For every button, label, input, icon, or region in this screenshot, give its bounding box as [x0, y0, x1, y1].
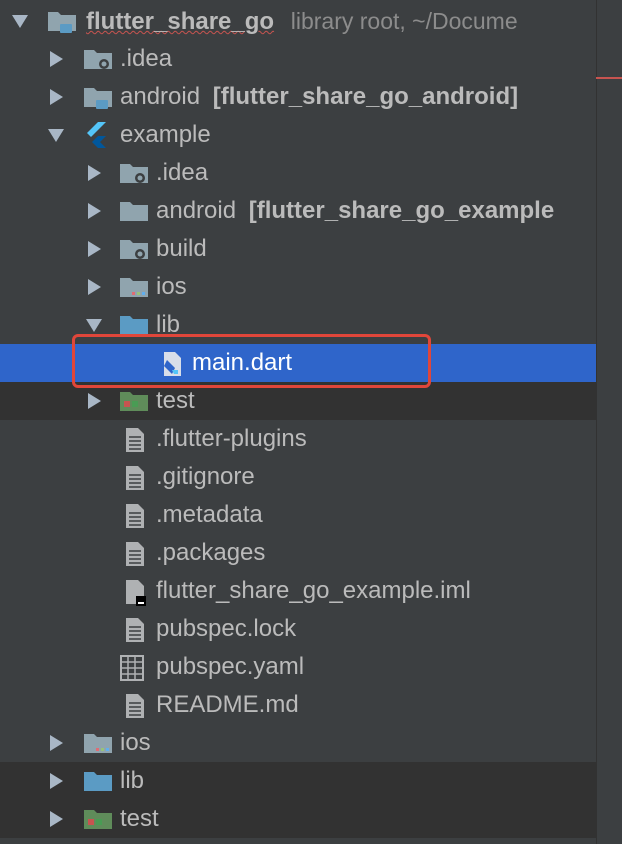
tree-row-example-ios[interactable]: ios [0, 268, 596, 306]
gitignore-label: .gitignore [156, 463, 255, 490]
iml-label: flutter_share_go_example.iml [156, 577, 471, 604]
expand-arrow-icon[interactable] [50, 735, 63, 751]
collapse-arrow-icon[interactable] [86, 319, 102, 332]
text-file-icon [120, 458, 152, 496]
expand-arrow-icon[interactable] [50, 773, 63, 789]
idea-label: .idea [120, 45, 173, 72]
example-lib-label: lib [156, 311, 181, 338]
expand-arrow-icon[interactable] [50, 811, 63, 827]
main-dart-label: main.dart [192, 349, 293, 376]
tree-row-lib[interactable]: lib [0, 762, 596, 800]
expand-arrow-icon[interactable] [88, 393, 101, 409]
text-file-icon [120, 610, 152, 648]
tree-row-main-dart[interactable]: main.dart [0, 344, 596, 382]
tree-row-metadata[interactable]: .metadata [0, 496, 596, 534]
tree-row-packages[interactable]: .packages [0, 534, 596, 572]
expand-arrow-icon[interactable] [88, 203, 101, 219]
ios-label: ios [120, 729, 151, 756]
editor-gutter-strip [596, 0, 622, 844]
settings-folder-icon [82, 40, 114, 78]
expand-arrow-icon[interactable] [50, 51, 63, 67]
example-label: example [120, 121, 211, 148]
collapse-arrow-icon[interactable] [12, 15, 28, 28]
collapse-arrow-icon[interactable] [48, 129, 64, 142]
text-file-icon [120, 420, 152, 458]
expand-arrow-icon[interactable] [88, 241, 101, 257]
lib-label: lib [120, 767, 145, 794]
pubspec-yaml-label: pubspec.yaml [156, 653, 305, 680]
example-android-label: android [156, 197, 237, 224]
error-marker [596, 77, 622, 79]
android-module-label: [flutter_share_go_android] [212, 83, 519, 110]
source-folder-icon [82, 762, 114, 800]
flutter-icon [82, 116, 114, 154]
tree-row-android[interactable]: android [flutter_share_go_android] [0, 78, 596, 116]
tree-row-test[interactable]: test [0, 800, 596, 838]
tree-row-example-test[interactable]: test [0, 382, 596, 420]
settings-folder-icon [118, 154, 150, 192]
expand-arrow-icon[interactable] [88, 279, 101, 295]
tree-row-idea[interactable]: .idea [0, 40, 596, 78]
packages-label: .packages [156, 539, 266, 566]
tree-row-readme[interactable]: README.md [0, 686, 596, 724]
tree-row-pubspec-yaml[interactable]: pubspec.yaml [0, 648, 596, 686]
tree-row-pubspec-lock[interactable]: pubspec.lock [0, 610, 596, 648]
source-folder-icon [118, 306, 150, 344]
tree-row-example-idea[interactable]: .idea [0, 154, 596, 192]
example-test-label: test [156, 387, 195, 414]
root-name: flutter_share_go [86, 8, 275, 35]
tree-row-gitignore[interactable]: .gitignore [0, 458, 596, 496]
text-file-icon [120, 534, 152, 572]
tree-row-example-build[interactable]: build [0, 230, 596, 268]
tree-row-root[interactable]: flutter_share_go library root, ~/Docume [0, 2, 596, 40]
module-folder-icon [118, 192, 150, 230]
android-label: android [120, 83, 201, 110]
markdown-file-icon [120, 686, 152, 724]
example-idea-label: .idea [156, 159, 209, 186]
tree-row-example-lib[interactable]: lib [0, 306, 596, 344]
tree-row-ios[interactable]: ios [0, 724, 596, 762]
readme-label: README.md [156, 691, 299, 718]
example-build-label: build [156, 235, 207, 262]
folder-icon [82, 724, 114, 762]
expand-arrow-icon[interactable] [50, 89, 63, 105]
root-hint: library root, ~/Docume [290, 8, 518, 34]
metadata-label: .metadata [156, 501, 263, 528]
yaml-file-icon [118, 648, 150, 686]
excluded-folder-icon [118, 230, 150, 268]
flutter-plugins-label: .flutter-plugins [156, 425, 307, 452]
example-android-module-label: [flutter_share_go_example [248, 197, 555, 224]
pubspec-lock-label: pubspec.lock [156, 615, 297, 642]
project-tree: flutter_share_go library root, ~/Docume … [0, 0, 622, 844]
tree-row-example[interactable]: example [0, 116, 596, 154]
tree-row-iml[interactable]: flutter_share_go_example.iml [0, 572, 596, 610]
module-folder-icon [82, 78, 114, 116]
folder-icon [118, 268, 150, 306]
example-ios-label: ios [156, 273, 187, 300]
text-file-icon [120, 496, 152, 534]
test-folder-icon [82, 800, 114, 838]
test-folder-icon [118, 382, 150, 420]
tree-row-example-android[interactable]: android [flutter_share_go_example [0, 192, 596, 230]
iml-file-icon [120, 572, 152, 610]
tree-row-flutter-plugins[interactable]: .flutter-plugins [0, 420, 596, 458]
module-folder-icon [46, 2, 78, 40]
dart-file-icon [156, 344, 188, 382]
expand-arrow-icon[interactable] [88, 165, 101, 181]
test-label: test [120, 805, 159, 832]
